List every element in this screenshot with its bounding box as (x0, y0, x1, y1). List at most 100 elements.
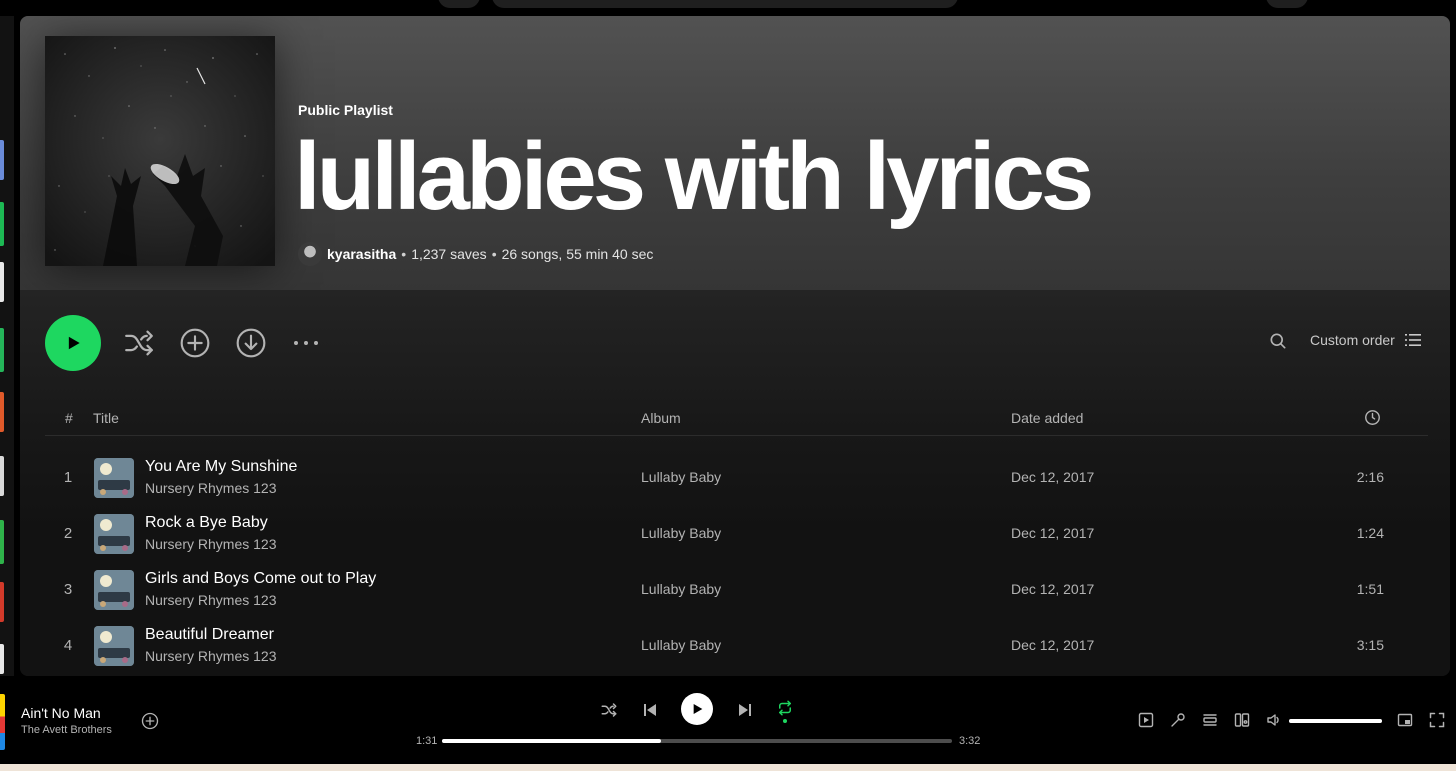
library-item-thumb[interactable] (0, 644, 4, 674)
header-album[interactable]: Album (641, 410, 681, 426)
shuffle-button[interactable] (120, 324, 158, 362)
library-item-thumb[interactable] (0, 392, 4, 432)
track-artwork (94, 458, 134, 498)
sort-order-label: Custom order (1310, 332, 1395, 348)
library-item-thumb[interactable] (0, 262, 4, 302)
top-search-input[interactable] (492, 0, 958, 8)
total-time: 3:32 (959, 735, 981, 747)
search-icon (1270, 333, 1286, 349)
now-playing-title[interactable]: Ain't No Man (21, 705, 101, 721)
mute-button[interactable] (1265, 711, 1283, 729)
header-duration[interactable] (1364, 409, 1381, 429)
more-icon (294, 341, 318, 345)
track-artist[interactable]: Nursery Rhymes 123 (145, 480, 277, 496)
volume-slider[interactable] (1289, 719, 1382, 723)
lyrics-button[interactable] (1169, 711, 1187, 729)
track-title[interactable]: You Are My Sunshine (145, 458, 297, 476)
header-date-added[interactable]: Date added (1011, 410, 1083, 426)
track-number: 2 (63, 525, 73, 542)
miniplayer-button[interactable] (1396, 711, 1414, 729)
track-row[interactable]: 4 Beautiful Dreamer Nursery Rhymes 123 L… (45, 618, 1428, 674)
player-play-button[interactable] (681, 693, 713, 725)
track-artist[interactable]: Nursery Rhymes 123 (145, 592, 277, 608)
download-button[interactable] (232, 324, 270, 362)
library-item-thumb[interactable] (0, 202, 4, 246)
progress-fill (442, 739, 662, 743)
track-title[interactable]: Beautiful Dreamer (145, 626, 274, 644)
header-title[interactable]: Title (93, 410, 119, 426)
track-title[interactable]: Girls and Boys Come out to Play (145, 570, 376, 588)
track-duration: 2:16 (1356, 469, 1384, 485)
nav-back-button[interactable] (438, 0, 480, 8)
playlist-header: Public Playlist lullabies with lyrics ky… (20, 16, 1450, 290)
playlist-stats: 26 songs, 55 min 40 sec (501, 246, 654, 262)
library-item-thumb[interactable] (0, 582, 4, 622)
fullscreen-button[interactable] (1428, 711, 1446, 729)
library-sidebar (0, 16, 14, 676)
profile-avatar[interactable] (1266, 0, 1308, 8)
track-number: 3 (63, 581, 73, 598)
library-item-thumb[interactable] (0, 456, 4, 496)
track-album[interactable]: Lullaby Baby (641, 525, 721, 541)
now-playing-cover[interactable] (0, 694, 5, 750)
track-duration: 1:24 (1356, 525, 1384, 541)
library-item-thumb[interactable] (0, 520, 4, 564)
top-bar (0, 0, 1456, 16)
miniplayer-icon (1397, 713, 1413, 727)
add-circle-icon (180, 328, 210, 358)
library-item-thumb[interactable] (0, 140, 4, 180)
connect-device-button[interactable] (1233, 711, 1251, 729)
lullaby-baby-artwork (94, 458, 134, 498)
playlist-search-button[interactable] (1268, 331, 1290, 353)
previous-button[interactable] (640, 700, 660, 720)
track-album[interactable]: Lullaby Baby (641, 581, 721, 597)
save-to-library-button[interactable] (176, 324, 214, 362)
track-number: 4 (63, 637, 73, 654)
taskbar-edge (0, 764, 1456, 771)
track-row[interactable]: 2 Rock a Bye Baby Nursery Rhymes 123 Lul… (45, 506, 1428, 562)
track-artist[interactable]: Nursery Rhymes 123 (145, 536, 277, 552)
play-icon (693, 704, 703, 714)
track-album[interactable]: Lullaby Baby (641, 469, 721, 485)
queue-icon (1203, 714, 1217, 726)
queue-button[interactable] (1201, 711, 1219, 729)
track-date-added: Dec 12, 2017 (1011, 637, 1095, 653)
connect-device-icon (1234, 713, 1250, 727)
play-button[interactable] (45, 315, 101, 371)
library-item-thumb[interactable] (0, 328, 4, 372)
track-number: 1 (63, 469, 73, 486)
repeat-button[interactable] (775, 698, 795, 724)
track-row[interactable]: 1 You Are My Sunshine Nursery Rhymes 123… (45, 450, 1428, 506)
header-number: # (65, 410, 73, 426)
track-row[interactable]: 3 Girls and Boys Come out to Play Nurser… (45, 562, 1428, 618)
now-playing-view-icon (1138, 712, 1154, 728)
add-to-library-button[interactable] (141, 712, 159, 730)
player-shuffle-button[interactable] (599, 700, 619, 720)
lullaby-baby-artwork (94, 514, 134, 554)
now-playing-artist[interactable]: The Avett Brothers (21, 724, 112, 736)
playlist-type: Public Playlist (298, 102, 393, 118)
tracklist-header: # Title Album Date added (45, 400, 1428, 436)
track-artist[interactable]: Nursery Rhymes 123 (145, 648, 277, 664)
next-icon (739, 704, 751, 716)
track-date-added: Dec 12, 2017 (1011, 525, 1095, 541)
track-duration: 1:51 (1356, 581, 1384, 597)
owner-link[interactable]: kyarasitha (327, 246, 396, 262)
track-album[interactable]: Lullaby Baby (641, 637, 721, 653)
more-options-button[interactable] (287, 324, 325, 362)
list-icon (1404, 334, 1421, 346)
playlist-meta: kyarasitha • 1,237 saves • 26 songs, 55 … (298, 242, 653, 266)
separator-dot: • (491, 246, 497, 262)
next-button[interactable] (735, 700, 755, 720)
repeat-icon (779, 700, 791, 716)
playlist-cover[interactable] (45, 36, 275, 266)
track-title[interactable]: Rock a Bye Baby (145, 514, 268, 532)
add-circle-icon (141, 712, 159, 730)
owner-avatar[interactable] (298, 242, 322, 266)
track-date-added: Dec 12, 2017 (1011, 469, 1095, 485)
sort-order-button[interactable]: Custom order (1310, 332, 1421, 348)
lullaby-baby-artwork (94, 626, 134, 666)
progress-bar[interactable] (442, 739, 952, 743)
lullaby-baby-artwork (94, 570, 134, 610)
now-playing-view-button[interactable] (1137, 711, 1155, 729)
